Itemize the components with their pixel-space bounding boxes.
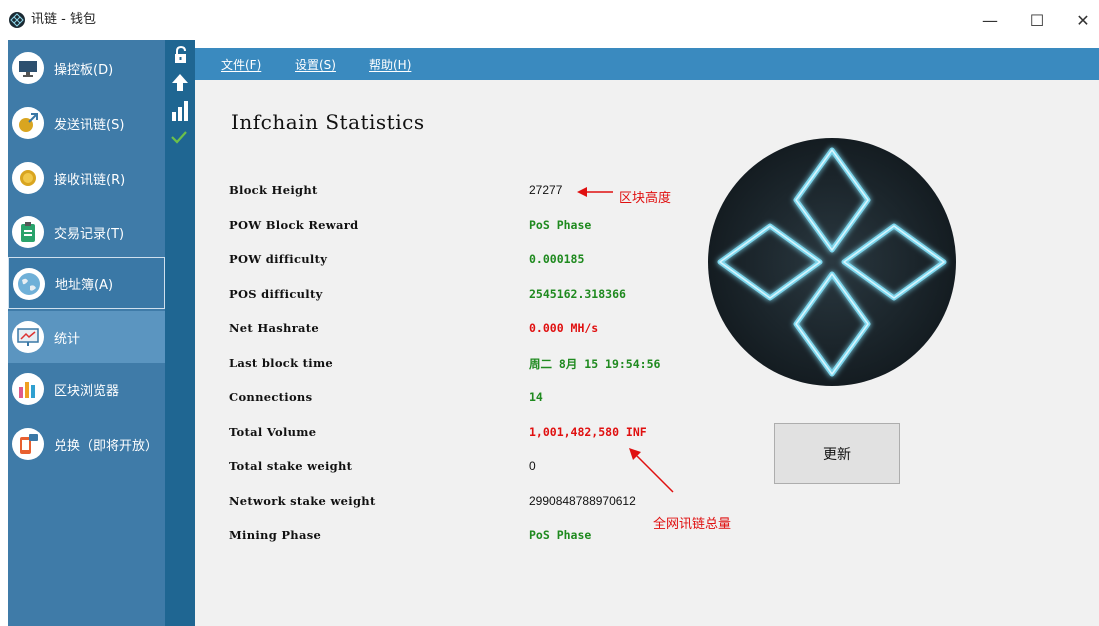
stat-value: PoS Phase <box>529 218 592 232</box>
maximize-button[interactable]: ☐ <box>1022 8 1052 32</box>
stat-label: POW difficulty <box>229 252 328 266</box>
stat-label: Total stake weight <box>229 459 353 473</box>
stat-label: Block Height <box>229 183 318 197</box>
menu-settings[interactable]: 设置(S) <box>295 56 336 73</box>
send-coin-icon <box>12 107 44 139</box>
stat-label: Total Volume <box>229 425 317 439</box>
sidebar-item-label: 统计 <box>54 331 81 347</box>
stat-label: POS difficulty <box>229 287 323 301</box>
clipboard-icon <box>12 216 44 248</box>
stat-row-last-block-time: Last block time 周二 8月 15 19:54:56 <box>195 354 1099 374</box>
stat-label: Last block time <box>229 356 334 370</box>
annotation-arrow-block-height <box>577 187 613 197</box>
infchain-logo <box>708 138 956 386</box>
menu-bar: 文件(F) 设置(S) 帮助(H) <box>195 48 1099 80</box>
unlocked-icon <box>175 46 186 63</box>
stat-label: POW Block Reward <box>229 218 359 232</box>
annotation-arrow-total-volume <box>629 448 674 493</box>
menu-help[interactable]: 帮助(H) <box>369 56 411 73</box>
stat-value: 0.000 MH/s <box>529 321 599 335</box>
sync-up-arrow-icon <box>172 74 188 91</box>
connection-bars-icon <box>172 101 188 121</box>
sidebar-item-label: 地址簿(A) <box>55 277 114 293</box>
stat-value: 2990848788970612 <box>529 494 636 508</box>
presentation-chart-icon <box>12 321 44 353</box>
annotation-block-height: 区块高度 <box>619 191 672 206</box>
stat-row-total-volume: Total Volume 1,001,482,580 INF <box>195 423 1099 443</box>
stat-value: 1,001,482,580 INF <box>529 425 647 439</box>
stat-row-net-hashrate: Net Hashrate 0.000 MH/s <box>195 319 1099 339</box>
sidebar: 操控板(D) 发送讯链(S) 接收讯链(R) 交易记录(T) 地址簿(A) 统计 <box>8 40 165 626</box>
sidebar-item-receive[interactable]: 接收讯链(R) <box>8 152 165 204</box>
sidebar-item-address-book[interactable]: 地址簿(A) <box>8 257 165 309</box>
sidebar-item-block-explorer[interactable]: 区块浏览器 <box>8 363 165 415</box>
synced-check-icon <box>171 131 187 144</box>
sidebar-item-transactions[interactable]: 交易记录(T) <box>8 206 165 258</box>
globe-icon <box>13 268 45 300</box>
sidebar-item-label: 接收讯链(R) <box>54 172 126 188</box>
close-button[interactable]: ✕ <box>1068 8 1098 32</box>
sidebar-item-exchange[interactable]: 兑换（即将开放） <box>8 418 165 470</box>
app-logo-icon <box>9 12 25 28</box>
update-button[interactable]: 更新 <box>774 423 900 484</box>
status-strip <box>165 40 195 626</box>
stat-row-pow-block-reward: POW Block Reward PoS Phase <box>195 216 1099 236</box>
menu-file[interactable]: 文件(F) <box>221 56 261 73</box>
monitor-icon <box>12 52 44 84</box>
stat-value: 0 <box>529 459 536 473</box>
sidebar-item-label: 发送讯链(S) <box>54 117 125 133</box>
sidebar-item-send[interactable]: 发送讯链(S) <box>8 97 165 149</box>
stat-row-pos-difficulty: POS difficulty 2545162.318366 <box>195 285 1099 305</box>
sidebar-item-label: 交易记录(T) <box>54 226 125 242</box>
page-title: Infchain Statistics <box>231 110 425 134</box>
stat-value: 周二 8月 15 19:54:56 <box>529 357 661 371</box>
sidebar-item-statistics[interactable]: 统计 <box>8 311 165 363</box>
phone-chat-icon <box>12 428 44 460</box>
stat-row-network-stake-weight: Network stake weight 2990848788970612 <box>195 492 1099 512</box>
stat-row-connections: Connections 14 <box>195 388 1099 408</box>
stat-row-mining-phase: Mining Phase PoS Phase <box>195 526 1099 546</box>
statistics-page: Infchain Statistics Block Height 27277 P… <box>195 80 1099 626</box>
receive-coin-icon <box>12 162 44 194</box>
stat-value: 0.000185 <box>529 252 585 266</box>
stat-label: Connections <box>229 390 313 404</box>
stat-row-pow-difficulty: POW difficulty 0.000185 <box>195 250 1099 270</box>
stat-value: 2545162.318366 <box>529 287 626 301</box>
sidebar-item-dashboard[interactable]: 操控板(D) <box>8 42 165 94</box>
sidebar-item-label: 区块浏览器 <box>54 383 120 399</box>
stat-label: Mining Phase <box>229 528 322 542</box>
sidebar-item-label: 操控板(D) <box>54 62 114 78</box>
sidebar-item-label: 兑换（即将开放） <box>54 438 159 454</box>
stat-label: Net Hashrate <box>229 321 320 335</box>
minimize-button[interactable]: — <box>975 8 1005 32</box>
stat-value: 14 <box>529 390 543 404</box>
window-title: 讯链 - 钱包 <box>31 12 96 27</box>
title-bar: 讯链 - 钱包 — ☐ ✕ <box>0 0 1099 40</box>
bar-chart-icon <box>12 373 44 405</box>
stat-value: PoS Phase <box>529 528 592 542</box>
stat-label: Network stake weight <box>229 494 376 508</box>
annotation-total-volume: 全网讯链总量 <box>653 517 732 532</box>
stat-value: 27277 <box>529 183 563 197</box>
